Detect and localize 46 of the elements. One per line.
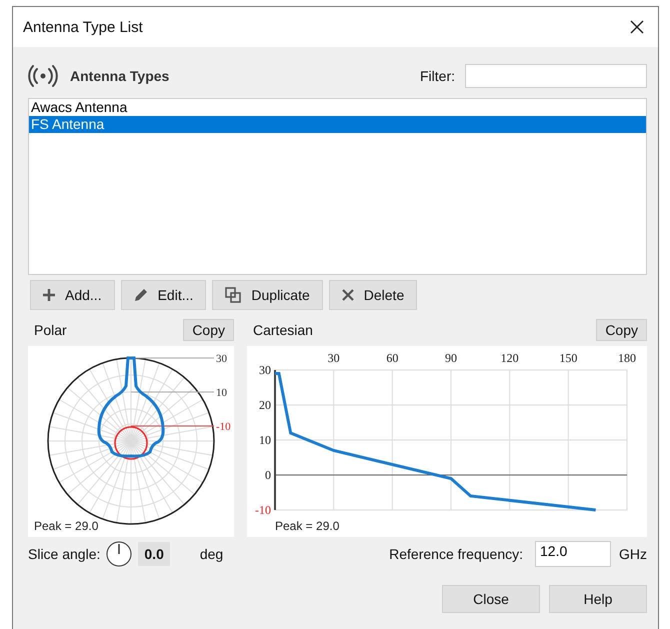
- reference-circle: [114, 426, 148, 460]
- ring-label: 10: [216, 387, 227, 399]
- filter-field[interactable]: [465, 64, 647, 88]
- add-button[interactable]: Add...: [30, 280, 115, 310]
- slice-angle-label: Slice angle:: [28, 546, 100, 562]
- close-icon: [342, 289, 354, 301]
- close-icon: [630, 20, 644, 34]
- antenna-broadcast-icon: [28, 64, 58, 88]
- angle-dial[interactable]: [106, 541, 132, 567]
- y-tick-label: 20: [259, 398, 271, 412]
- antenna-list-item[interactable]: FS Antenna: [29, 116, 646, 133]
- dialog-button[interactable]: Close: [442, 585, 540, 613]
- plus-icon: [43, 289, 55, 301]
- peak-label: Peak = 29.0: [34, 519, 98, 533]
- x-tick-label: 180: [618, 351, 636, 365]
- slice-angle-value: 0.0: [138, 542, 170, 566]
- peak-label: Peak = 29.0: [275, 519, 340, 533]
- edit-button[interactable]: Edit...: [120, 280, 206, 310]
- reference-frequency-label: Reference frequency:: [389, 546, 523, 562]
- duplicate-button[interactable]: Duplicate: [212, 280, 323, 310]
- reference-frequency-field[interactable]: 12.0: [535, 541, 611, 567]
- x-tick-label: 90: [445, 351, 457, 365]
- duplicate-icon: [225, 287, 242, 303]
- copy-button[interactable]: Copy: [183, 319, 234, 341]
- pencil-icon: [134, 288, 148, 302]
- x-tick-label: 120: [500, 351, 519, 365]
- delete-button[interactable]: Delete: [328, 280, 418, 310]
- ring-label: 30: [216, 353, 227, 365]
- copy-button[interactable]: Copy: [596, 319, 647, 341]
- y-tick-label: 30: [259, 363, 271, 377]
- dialog-button[interactable]: Help: [549, 585, 647, 613]
- unit-label: deg: [200, 546, 224, 562]
- x-tick-label: 60: [386, 351, 398, 365]
- filter-label: Filter:: [420, 68, 455, 84]
- y-tick-label: 10: [259, 433, 271, 447]
- section-title: Antenna Types: [70, 68, 170, 84]
- antenna-list-item[interactable]: Awacs Antenna: [29, 99, 646, 116]
- unit-label: GHz: [619, 546, 647, 562]
- y-tick-label: 0: [265, 468, 271, 482]
- x-tick-label: 30: [328, 351, 340, 365]
- y-tick-label: -10: [255, 503, 271, 517]
- panel-title: Cartesian: [253, 322, 313, 338]
- x-tick-label: 150: [559, 351, 578, 365]
- ring-label: -10: [216, 421, 231, 433]
- window-title: Antenna Type List: [23, 18, 143, 36]
- panel-title: Polar: [34, 322, 67, 338]
